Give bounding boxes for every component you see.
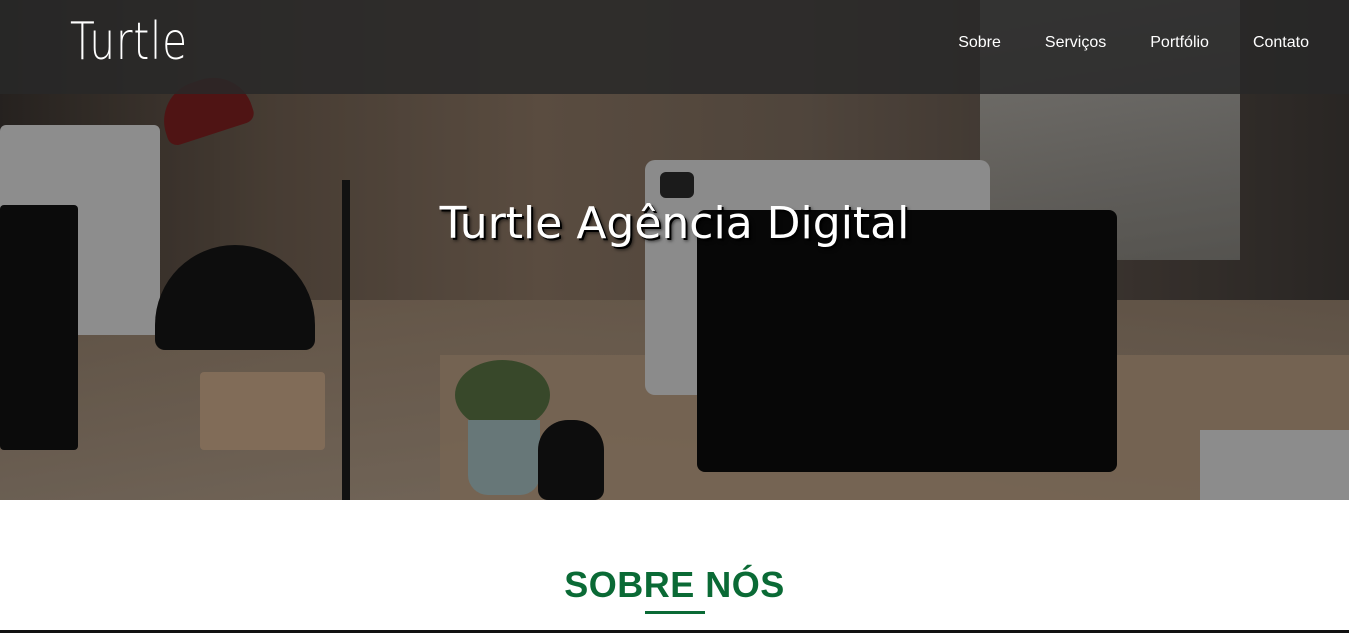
nav-link-sobre[interactable]: Sobre	[958, 34, 1001, 52]
nav-link-contato[interactable]: Contato	[1253, 34, 1309, 52]
top-navbar: Turtle Sobre Serviços Portfólio Contato	[0, 0, 1349, 94]
about-heading-underline	[645, 611, 705, 614]
about-section: SOBRE NÓS	[0, 500, 1349, 633]
hero-title: Turtle Agência Digital	[439, 198, 910, 249]
main-nav: Sobre Serviços Portfólio Contato	[958, 34, 1309, 52]
nav-link-portfolio[interactable]: Portfólio	[1150, 34, 1209, 52]
about-heading: SOBRE NÓS	[564, 564, 785, 605]
nav-link-servicos[interactable]: Serviços	[1045, 34, 1106, 52]
brand-logo[interactable]: Turtle	[70, 12, 188, 72]
